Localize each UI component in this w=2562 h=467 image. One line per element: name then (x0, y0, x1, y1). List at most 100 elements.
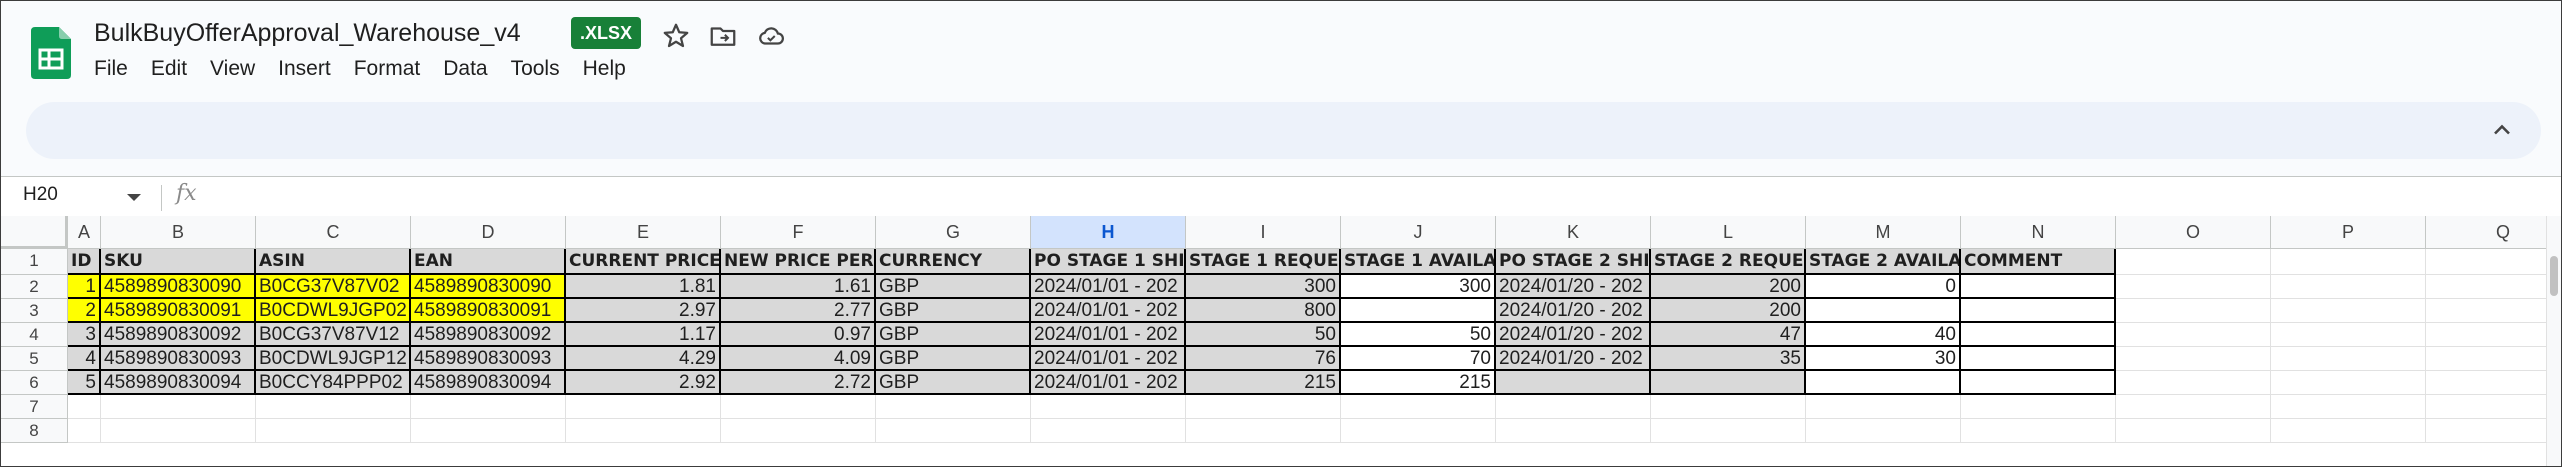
column-header-a[interactable]: A (68, 216, 101, 249)
cell-j2[interactable]: 300 (1341, 275, 1496, 299)
column-header-k[interactable]: K (1496, 216, 1651, 249)
cell-o4[interactable] (2116, 323, 2271, 347)
cell-m2[interactable]: 0 (1806, 275, 1961, 299)
row-header-5[interactable]: 5 (1, 347, 68, 371)
cell-k2[interactable]: 2024/01/20 - 202 (1496, 275, 1651, 299)
cell-c7[interactable] (256, 395, 411, 419)
cell-h5[interactable]: 2024/01/01 - 202 (1031, 347, 1186, 371)
row-header-7[interactable]: 7 (1, 395, 68, 419)
cell-p5[interactable] (2271, 347, 2426, 371)
cell-c4[interactable]: B0CG37V87V12 (256, 323, 411, 347)
cell-d6[interactable]: 4589890830094 (411, 371, 566, 395)
scrollbar-thumb[interactable] (2550, 256, 2558, 296)
cell-e2[interactable]: 1.81 (566, 275, 721, 299)
cell-f5[interactable]: 4.09 (721, 347, 876, 371)
column-header-j[interactable]: J (1341, 216, 1496, 249)
cell-d7[interactable] (411, 395, 566, 419)
cell-j4[interactable]: 50 (1341, 323, 1496, 347)
column-header-g[interactable]: G (876, 216, 1031, 249)
cell-q7[interactable] (2426, 395, 2546, 419)
vertical-scrollbar[interactable] (2546, 216, 2561, 466)
column-header-d[interactable]: D (411, 216, 566, 249)
cell-e7[interactable] (566, 395, 721, 419)
cell-i3[interactable]: 800 (1186, 299, 1341, 323)
cell-d2[interactable]: 4589890830090 (411, 275, 566, 299)
column-header-l[interactable]: L (1651, 216, 1806, 249)
cell-p4[interactable] (2271, 323, 2426, 347)
cell-c8[interactable] (256, 419, 411, 443)
cell-c5[interactable]: B0CDWL9JGP12 (256, 347, 411, 371)
cell-g4[interactable]: GBP (876, 323, 1031, 347)
column-header-h[interactable]: H (1031, 216, 1186, 249)
cell-o6[interactable] (2116, 371, 2271, 395)
cell-p6[interactable] (2271, 371, 2426, 395)
menu-edit[interactable]: Edit (151, 57, 187, 87)
row-header-8[interactable]: 8 (1, 419, 68, 443)
cell-l3[interactable]: 200 (1651, 299, 1806, 323)
cell-p3[interactable] (2271, 299, 2426, 323)
cell-d1[interactable]: EAN (411, 249, 566, 275)
cell-f6[interactable]: 2.72 (721, 371, 876, 395)
cell-n8[interactable] (1961, 419, 2116, 443)
name-box[interactable]: H20 (23, 184, 58, 206)
cell-e1[interactable]: CURRENT PRICE (566, 249, 721, 275)
cell-q1[interactable] (2426, 249, 2546, 275)
menu-tools[interactable]: Tools (511, 57, 560, 87)
menu-data[interactable]: Data (443, 57, 487, 87)
cell-n4[interactable] (1961, 323, 2116, 347)
cell-m7[interactable] (1806, 395, 1961, 419)
cell-q8[interactable] (2426, 419, 2546, 443)
cell-j5[interactable]: 70 (1341, 347, 1496, 371)
cell-o3[interactable] (2116, 299, 2271, 323)
cell-k7[interactable] (1496, 395, 1651, 419)
cell-b4[interactable]: 4589890830092 (101, 323, 256, 347)
column-header-c[interactable]: C (256, 216, 411, 249)
chevron-up-icon[interactable] (2488, 116, 2516, 144)
cell-o5[interactable] (2116, 347, 2271, 371)
cell-q2[interactable] (2426, 275, 2546, 299)
cell-f4[interactable]: 0.97 (721, 323, 876, 347)
cell-j7[interactable] (1341, 395, 1496, 419)
cell-p1[interactable] (2271, 249, 2426, 275)
row-header-4[interactable]: 4 (1, 323, 68, 347)
cell-a2[interactable]: 1 (68, 275, 101, 299)
cell-i1[interactable]: STAGE 1 REQUES (1186, 249, 1341, 275)
cell-e3[interactable]: 2.97 (566, 299, 721, 323)
sheet-grid[interactable]: A B C D E F G H I J K L M N O P Q 1 2 3 4 5 6 7 8 ID SKU ASIN EAN CUR… (1, 216, 2546, 466)
cell-a3[interactable]: 2 (68, 299, 101, 323)
cell-i4[interactable]: 50 (1186, 323, 1341, 347)
cell-d3[interactable]: 4589890830091 (411, 299, 566, 323)
cell-d5[interactable]: 4589890830093 (411, 347, 566, 371)
column-header-p[interactable]: P (2271, 216, 2426, 249)
cell-m5[interactable]: 30 (1806, 347, 1961, 371)
cell-a5[interactable]: 4 (68, 347, 101, 371)
cell-l1[interactable]: STAGE 2 REQUES (1651, 249, 1806, 275)
row-header-6[interactable]: 6 (1, 371, 68, 395)
cell-k5[interactable]: 2024/01/20 - 202 (1496, 347, 1651, 371)
cell-f2[interactable]: 1.61 (721, 275, 876, 299)
column-header-o[interactable]: O (2116, 216, 2271, 249)
cell-k1[interactable]: PO STAGE 2 SHIP (1496, 249, 1651, 275)
select-all-corner[interactable] (1, 216, 68, 249)
cell-f3[interactable]: 2.77 (721, 299, 876, 323)
cloud-status-icon[interactable] (756, 21, 786, 51)
column-header-f[interactable]: F (721, 216, 876, 249)
cell-k6[interactable] (1496, 371, 1651, 395)
cell-l2[interactable]: 200 (1651, 275, 1806, 299)
cell-p7[interactable] (2271, 395, 2426, 419)
cell-i2[interactable]: 300 (1186, 275, 1341, 299)
cell-l5[interactable]: 35 (1651, 347, 1806, 371)
cell-n2[interactable] (1961, 275, 2116, 299)
cell-h4[interactable]: 2024/01/01 - 202 (1031, 323, 1186, 347)
cell-f1[interactable]: NEW PRICE PER (721, 249, 876, 275)
column-header-e[interactable]: E (566, 216, 721, 249)
cell-h7[interactable] (1031, 395, 1186, 419)
cell-o8[interactable] (2116, 419, 2271, 443)
column-header-q[interactable]: Q (2426, 216, 2546, 249)
cell-c2[interactable]: B0CG37V87V02 (256, 275, 411, 299)
cell-b2[interactable]: 4589890830090 (101, 275, 256, 299)
column-header-b[interactable]: B (101, 216, 256, 249)
cell-g6[interactable]: GBP (876, 371, 1031, 395)
cell-j1[interactable]: STAGE 1 AVAILAI (1341, 249, 1496, 275)
cell-h1[interactable]: PO STAGE 1 SHIP (1031, 249, 1186, 275)
